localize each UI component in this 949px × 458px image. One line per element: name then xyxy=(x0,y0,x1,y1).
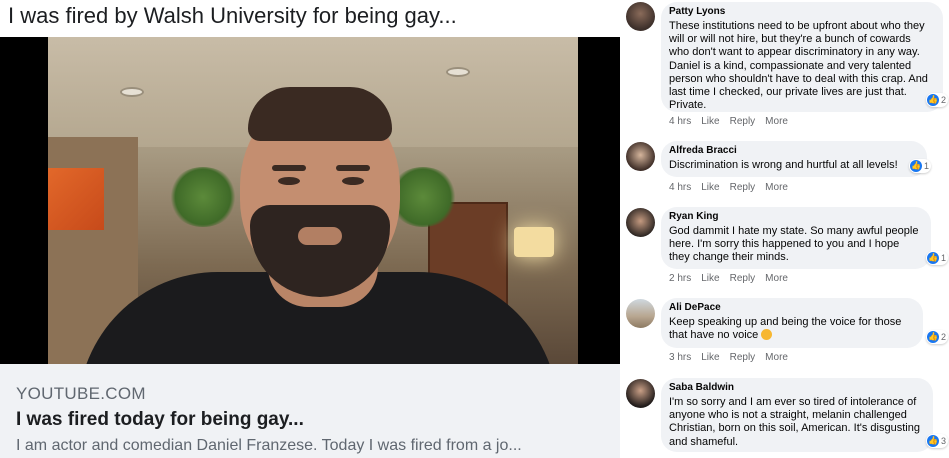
more-button[interactable]: More xyxy=(765,273,788,284)
more-button[interactable]: More xyxy=(765,116,788,127)
person-brow xyxy=(336,165,370,171)
comment-text: I'm so sorry and I am ever so tired of i… xyxy=(669,396,920,448)
link-meta[interactable]: YOUTUBE.COM I was fired today for being … xyxy=(0,364,620,458)
link-title[interactable]: I was fired today for being gay... xyxy=(16,409,604,431)
video-scene-image xyxy=(48,37,578,364)
comment-actions: 3 hrs Like Reply More xyxy=(669,352,788,363)
reaction-number: 2 xyxy=(941,95,947,105)
reaction-count[interactable]: 👍 2 xyxy=(926,93,949,107)
comment-text: These institutions need to be upfront ab… xyxy=(669,20,928,112)
comment-actions: 4 hrs Like Reply More xyxy=(669,116,788,127)
like-button[interactable]: Like xyxy=(701,182,719,193)
reaction-number: 1 xyxy=(941,253,947,263)
link-preview-card[interactable]: I was fired by Walsh University for bein… xyxy=(0,0,620,458)
link-domain: YOUTUBE.COM xyxy=(16,384,146,403)
like-icon: 👍 xyxy=(927,252,939,264)
avatar[interactable] xyxy=(626,299,655,328)
like-icon: 👍 xyxy=(927,331,939,343)
reaction-count[interactable]: 👍 3 xyxy=(926,434,949,448)
comment-actions: 4 hrs Like Reply More xyxy=(669,182,788,193)
like-icon: 👍 xyxy=(927,435,939,447)
reaction-number: 1 xyxy=(924,161,930,171)
comment-author[interactable]: Ryan King xyxy=(669,211,921,222)
reaction-count[interactable]: 👍 1 xyxy=(926,251,949,265)
comment-time[interactable]: 2 hrs xyxy=(669,273,691,284)
avatar[interactable] xyxy=(626,2,655,31)
comment-time[interactable]: 4 hrs xyxy=(669,182,691,193)
comment-text-body: Keep speaking up and being the voice for… xyxy=(669,316,902,342)
comment-author[interactable]: Alfreda Bracci xyxy=(669,145,917,156)
link-description: I am actor and comedian Daniel Franzese.… xyxy=(16,437,522,454)
comment-actions: 2 hrs Like Reply More xyxy=(669,273,788,284)
comment-text: Keep speaking up and being the voice for… xyxy=(669,316,913,342)
more-button[interactable]: More xyxy=(765,352,788,363)
avatar[interactable] xyxy=(626,142,655,171)
comment-bubble: Patty Lyons These institutions need to b… xyxy=(661,2,943,112)
avatar[interactable] xyxy=(626,379,655,408)
comment-author[interactable]: Patty Lyons xyxy=(669,6,933,17)
video-title[interactable]: I was fired by Walsh University for bein… xyxy=(8,3,457,29)
person-mouth xyxy=(298,227,342,245)
reply-button[interactable]: Reply xyxy=(730,182,756,193)
like-icon: 👍 xyxy=(927,94,939,106)
reply-button[interactable]: Reply xyxy=(730,116,756,127)
person-eye xyxy=(278,177,300,185)
like-icon: 👍 xyxy=(910,160,922,172)
reaction-count[interactable]: 👍 1 xyxy=(909,159,932,173)
like-button[interactable]: Like xyxy=(701,116,719,127)
reply-button[interactable]: Reply xyxy=(730,352,756,363)
reaction-number: 2 xyxy=(941,332,947,342)
like-button[interactable]: Like xyxy=(701,273,719,284)
comment-time[interactable]: 4 hrs xyxy=(669,116,691,127)
reaction-count[interactable]: 👍 2 xyxy=(926,330,949,344)
comment-time[interactable]: 3 hrs xyxy=(669,352,691,363)
like-button[interactable]: Like xyxy=(701,352,719,363)
ceiling-light xyxy=(446,67,470,77)
avatar[interactable] xyxy=(626,208,655,237)
comment-bubble: Ryan King God dammit I hate my state. So… xyxy=(661,207,931,269)
person-brow xyxy=(272,165,306,171)
comment-text: Discrimination is wrong and hurtful at a… xyxy=(669,159,898,171)
reply-button[interactable]: Reply xyxy=(730,273,756,284)
comment-author[interactable]: Ali DePace xyxy=(669,302,913,313)
comment-bubble: Alfreda Bracci Discrimination is wrong a… xyxy=(661,141,927,177)
comments-panel: Patty Lyons These institutions need to b… xyxy=(620,0,949,458)
comment-author[interactable]: Saba Baldwin xyxy=(669,382,923,393)
heart-eyes-emoji xyxy=(761,329,773,341)
person-hair xyxy=(248,87,392,141)
comment-bubble: Saba Baldwin I'm so sorry and I am ever … xyxy=(661,378,933,452)
more-button[interactable]: More xyxy=(765,182,788,193)
person xyxy=(68,77,558,364)
reaction-number: 3 xyxy=(941,436,947,446)
person-eye xyxy=(342,177,364,185)
comment-text: God dammit I hate my state. So many awfu… xyxy=(669,225,919,264)
comment-bubble: Ali DePace Keep speaking up and being th… xyxy=(661,298,923,348)
video-thumbnail[interactable] xyxy=(0,37,620,364)
